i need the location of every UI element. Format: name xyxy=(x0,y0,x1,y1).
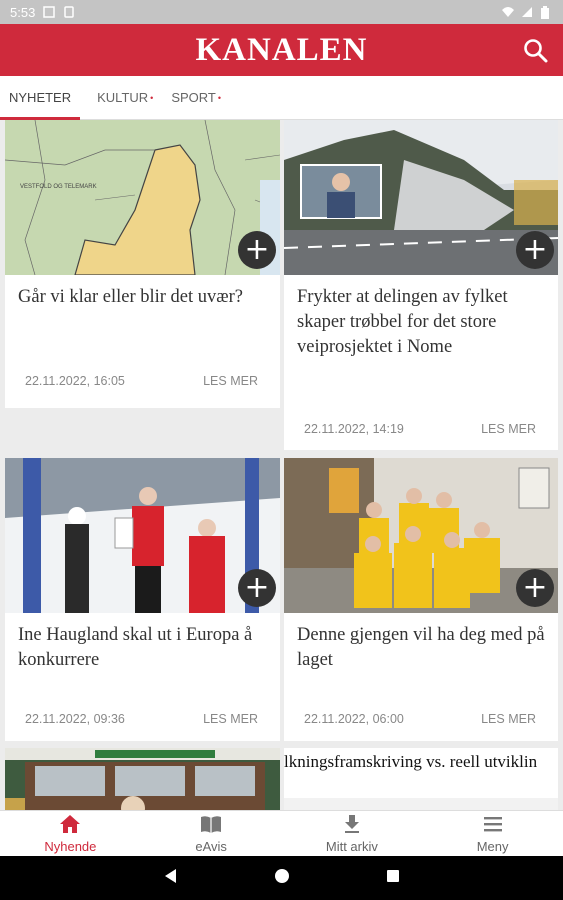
nav-label: eAvis xyxy=(195,838,227,854)
add-to-archive-button[interactable]: + xyxy=(516,231,554,269)
article-card[interactable]: + Ine Haugland skal ut i Europa å konkur… xyxy=(5,458,280,741)
article-image-chart-area xyxy=(284,798,558,810)
read-more-link[interactable]: LES MER xyxy=(481,712,536,726)
tab-indicator-dot: • xyxy=(150,92,154,103)
status-bar: 5:53 xyxy=(0,0,563,24)
tab-kultur[interactable]: KULTUR • xyxy=(88,76,162,120)
tab-label: KULTUR xyxy=(97,90,149,105)
article-date: 22.11.2022, 06:00 xyxy=(304,712,404,726)
article-title: Denne gjengen vil ha deg med på laget xyxy=(297,625,545,670)
system-navigation-bar xyxy=(0,856,563,900)
menu-icon xyxy=(482,814,504,837)
tab-sport[interactable]: SPORT • xyxy=(162,76,230,120)
article-card[interactable]: + Frykter at delingen av fylket skaper t… xyxy=(284,120,558,450)
map-region-label: VESTFOLD OG TELEMARK xyxy=(20,184,97,190)
article-date: 22.11.2022, 16:05 xyxy=(25,374,125,388)
article-image-headline: lkningsframskriving vs. reell utviklin xyxy=(284,752,538,771)
nav-mitt-arkiv[interactable]: Mitt arkiv xyxy=(282,811,423,856)
article-date: 22.11.2022, 14:19 xyxy=(304,422,404,436)
tab-label: SPORT xyxy=(171,90,216,105)
nav-meny[interactable]: Meny xyxy=(422,811,563,856)
bottom-navigation: Nyhende eAvis Mitt arkiv Meny xyxy=(0,810,563,856)
status-time: 5:53 xyxy=(10,4,36,20)
article-grid: VESTFOLD OG TELEMARK + Går vi klar eller… xyxy=(0,120,563,810)
app-logo: KANALEN xyxy=(195,31,368,68)
book-icon xyxy=(200,814,222,837)
notification-icon xyxy=(43,6,56,18)
article-title: Går vi klar eller blir det uvær? xyxy=(18,287,243,307)
download-icon xyxy=(341,814,363,837)
app-header: KANALEN xyxy=(0,24,563,76)
signal-icon xyxy=(521,6,533,18)
nav-label: Mitt arkiv xyxy=(325,838,378,854)
read-more-link[interactable]: LES MER xyxy=(203,374,258,388)
category-tabs: NYHETER KULTUR • SPORT • xyxy=(0,76,563,120)
read-more-link[interactable]: LES MER xyxy=(481,422,536,436)
article-card[interactable]: lkningsframskriving vs. reell utviklin xyxy=(284,748,558,810)
read-more-link[interactable]: LES MER xyxy=(203,712,258,726)
article-date: 22.11.2022, 09:36 xyxy=(25,712,125,726)
recents-icon[interactable] xyxy=(385,868,401,889)
article-title: Ine Haugland skal ut i Europa å konkurre… xyxy=(18,625,253,670)
nav-eavis[interactable]: eAvis xyxy=(141,811,282,856)
search-icon[interactable] xyxy=(523,38,549,64)
tab-nyheter[interactable]: NYHETER xyxy=(0,76,81,120)
home-circle-icon[interactable] xyxy=(274,868,290,889)
article-card[interactable]: VESTFOLD OG TELEMARK + Går vi klar eller… xyxy=(5,120,280,408)
article-image xyxy=(5,748,280,810)
article-title: Frykter at delingen av fylket skaper trø… xyxy=(297,287,508,357)
article-card[interactable] xyxy=(5,748,280,810)
wifi-icon xyxy=(501,6,514,18)
battery-icon xyxy=(541,6,553,19)
add-to-archive-button[interactable]: + xyxy=(238,231,276,269)
nav-label: Meny xyxy=(476,838,509,854)
sim-icon xyxy=(63,6,75,18)
nav-nyhende[interactable]: Nyhende xyxy=(0,811,141,856)
article-card[interactable]: + Denne gjengen vil ha deg med på laget … xyxy=(284,458,558,741)
tab-indicator-dot: • xyxy=(217,92,222,103)
add-to-archive-button[interactable]: + xyxy=(516,569,554,607)
nav-label: Nyhende xyxy=(44,838,97,854)
tab-label: NYHETER xyxy=(9,90,72,105)
back-icon[interactable] xyxy=(163,868,179,889)
add-to-archive-button[interactable]: + xyxy=(238,569,276,607)
home-icon xyxy=(59,814,81,837)
